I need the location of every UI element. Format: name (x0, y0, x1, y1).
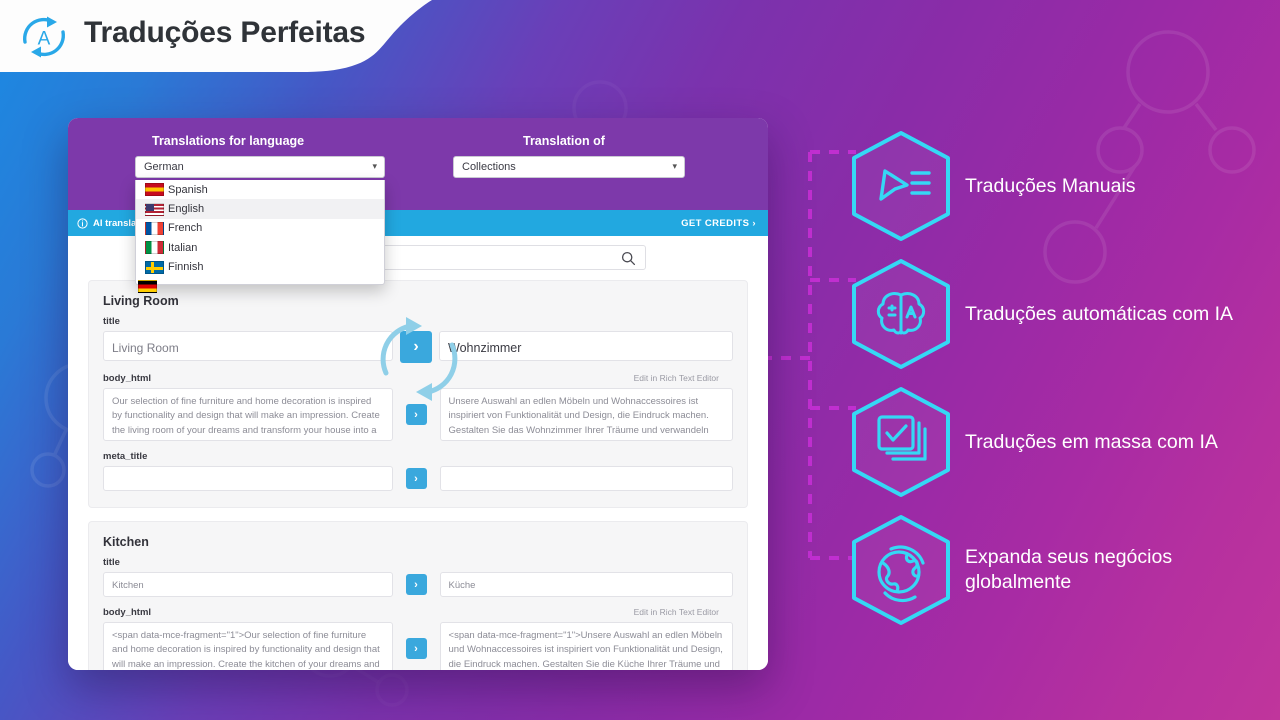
language-select[interactable]: German ▾ (135, 156, 385, 178)
source-input[interactable]: Living Room (103, 331, 394, 361)
translation-of-select[interactable]: Collections ▾ (453, 156, 685, 178)
flag-us-icon (145, 202, 164, 216)
source-input[interactable]: Kitchen (103, 572, 393, 597)
translation-of-value: Collections (462, 161, 516, 173)
field-label: title (103, 316, 120, 327)
target-input[interactable]: Wohnzimmer (439, 331, 733, 361)
language-option[interactable]: Italian (136, 238, 384, 257)
header-ribbon: A Traduções Perfeitas (0, 0, 432, 72)
language-option-label: Italian (168, 241, 198, 254)
field-row: Kitchen › Küche (103, 572, 733, 597)
language-option[interactable]: French (136, 219, 384, 238)
feature-item: Expanda seus negócios globalmente (845, 506, 1280, 634)
feature-item: Traduções automáticas com IA (845, 250, 1280, 378)
search-icon[interactable] (621, 251, 636, 266)
field-row: <span data-mce-fragment="1">Our selectio… (103, 622, 733, 670)
translate-button[interactable]: › (405, 574, 427, 595)
feature-label: Traduções automáticas com IA (965, 302, 1234, 325)
language-option[interactable]: Spanish (136, 180, 384, 199)
field-label: meta_title (103, 451, 148, 462)
translate-button[interactable]: › (405, 638, 427, 659)
translation-section: Living Room title Living Room › Wohnzimm… (88, 280, 748, 508)
translate-button[interactable]: › (400, 331, 433, 363)
translate-button[interactable]: › (405, 404, 427, 425)
chevron-right-icon: › (752, 217, 756, 229)
target-input[interactable]: Unsere Auswahl an edlen Möbeln und Wohna… (439, 388, 733, 441)
target-input[interactable] (439, 466, 733, 491)
language-option-label: Spanish (168, 183, 208, 196)
language-option-label: English (168, 203, 205, 216)
flag-de-icon (138, 280, 157, 293)
feature-label: Traduções Manuais (965, 174, 1136, 197)
sync-arrows-a-logo-icon: A (22, 16, 66, 58)
info-circle-icon (77, 217, 88, 229)
source-input[interactable]: <span data-mce-fragment="1">Our selectio… (103, 622, 393, 670)
section-title: Living Room (103, 294, 179, 308)
flag-fr-icon (145, 221, 164, 235)
get-credits-button[interactable]: GET CREDITS › (681, 218, 756, 229)
flag-it-icon (145, 241, 164, 255)
language-dropdown-list[interactable]: Spanish English French Italian Finnish (135, 180, 385, 285)
translations-for-language-label: Translations for language (152, 134, 305, 148)
language-option-label: French (168, 222, 203, 235)
page-title: Traduções Perfeitas (84, 16, 366, 49)
chevron-down-icon: ▾ (672, 161, 677, 172)
feature-item: Traduções em massa com IA (845, 378, 1280, 506)
feature-item: Traduções Manuais (845, 122, 1280, 250)
language-option-label: Finnish (168, 261, 204, 274)
language-option[interactable]: English (136, 199, 384, 219)
get-credits-label: GET CREDITS (681, 217, 750, 229)
flag-es-icon (145, 183, 164, 197)
feature-list: Traduções Manuais Traduções automáticas … (845, 122, 1280, 634)
translation-list[interactable]: Living Room title Living Room › Wohnzimm… (68, 280, 768, 670)
target-input[interactable]: Küche (439, 572, 733, 597)
field-row: › (103, 466, 733, 491)
source-input[interactable] (103, 466, 393, 491)
feature-label: Expanda seus negócios globalmente (965, 546, 1173, 593)
flag-fi-icon (145, 260, 164, 274)
svg-text:A: A (38, 29, 51, 50)
app-window: Translations for language German ▾ Trans… (68, 118, 768, 670)
section-title: Kitchen (103, 535, 149, 549)
feature-label: Traduções em massa com IA (965, 430, 1218, 453)
language-option[interactable]: Finnish (136, 258, 384, 277)
field-row: Living Room › Wohnzimmer (103, 331, 733, 363)
language-select-value: German (144, 161, 184, 173)
translation-of-label: Translation of (523, 134, 605, 148)
chevron-down-icon: ▾ (372, 161, 377, 172)
hex-badge (845, 383, 957, 501)
edit-rich-text-link[interactable]: Edit in Rich Text Editor (634, 607, 719, 617)
hex-badge (845, 255, 957, 373)
translation-section: Kitchen title Kitchen › Küche body_html … (88, 521, 748, 670)
hex-badge (845, 511, 957, 629)
edit-rich-text-link[interactable]: Edit in Rich Text Editor (634, 373, 719, 383)
hex-badge (845, 127, 957, 245)
field-label: title (103, 557, 120, 568)
target-input[interactable]: <span data-mce-fragment="1">Unsere Auswa… (439, 622, 733, 670)
field-row: Our selection of fine furniture and home… (103, 388, 733, 441)
translate-button[interactable]: › (405, 468, 427, 489)
source-input[interactable]: Our selection of fine furniture and home… (103, 388, 393, 441)
